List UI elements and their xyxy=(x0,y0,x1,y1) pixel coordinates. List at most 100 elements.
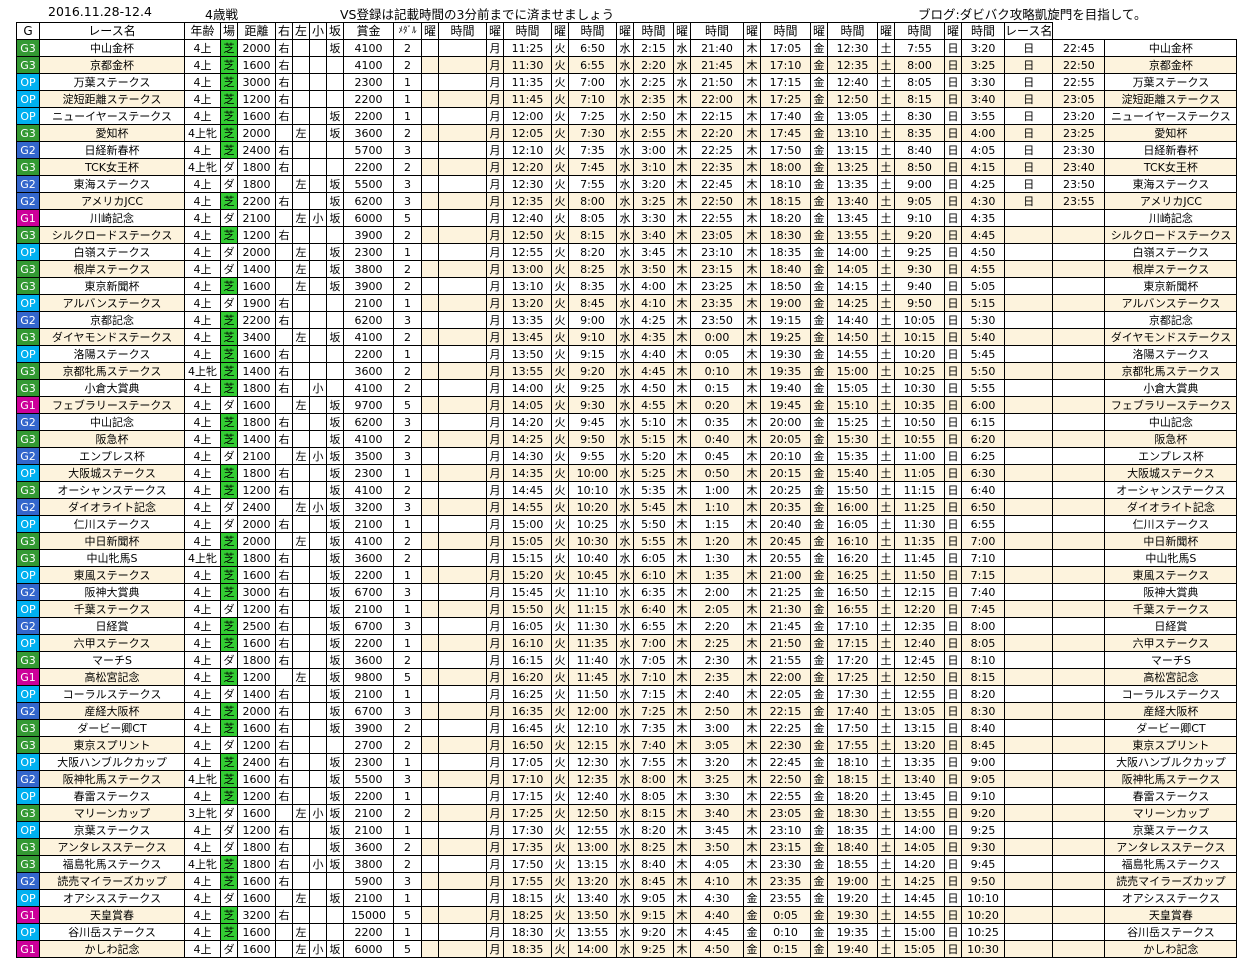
cell-dist[interactable]: 1400 xyxy=(237,260,276,278)
cell-h[interactable]: 坂 xyxy=(326,617,344,635)
cell-d10[interactable] xyxy=(1003,566,1054,584)
cell-t6[interactable]: 22:45 xyxy=(760,753,811,771)
cell-dist[interactable]: 2000 xyxy=(237,702,276,720)
cell-d7[interactable]: 金 xyxy=(810,668,828,686)
cell-t7[interactable]: 17:20 xyxy=(827,651,878,669)
cell-d3[interactable]: 火 xyxy=(551,923,569,941)
cell-prize[interactable]: 5500 xyxy=(343,175,394,193)
cell-dist[interactable]: 1200 xyxy=(237,736,276,754)
cell-name-right[interactable]: 六甲ステークス xyxy=(1104,634,1238,652)
cell-t5[interactable]: 3:45 xyxy=(690,821,744,839)
table-row[interactable]: G2 エンプレス杯 4上ダ 2100 左小坂 3500 3 月 14:30 火 9:55 水 5:20 木… xyxy=(16,447,1238,465)
cell-l[interactable] xyxy=(292,753,310,771)
cell-l[interactable] xyxy=(292,379,310,397)
cell-t3[interactable]: 9:00 xyxy=(568,311,617,329)
cell-l[interactable]: 左 xyxy=(292,175,310,193)
cell-d4[interactable]: 水 xyxy=(616,73,634,91)
cell-d7[interactable]: 金 xyxy=(810,447,828,465)
cell-medal[interactable]: 1 xyxy=(393,464,422,482)
cell-d1[interactable] xyxy=(421,889,439,907)
cell-prize[interactable]: 6200 xyxy=(343,413,394,431)
cell-d3[interactable]: 火 xyxy=(551,192,569,210)
cell-d5[interactable]: 木 xyxy=(673,634,691,652)
cell-d9[interactable]: 日 xyxy=(944,107,962,125)
cell-name-right[interactable]: アルバンステークス xyxy=(1104,294,1238,312)
cell-t2[interactable]: 15:45 xyxy=(503,583,552,601)
cell-medal[interactable]: 1 xyxy=(393,923,422,941)
cell-g[interactable]: G3 xyxy=(16,719,40,737)
cell-d2[interactable]: 月 xyxy=(486,566,504,584)
cell-t4[interactable]: 2:55 xyxy=(633,124,674,142)
cell-dist[interactable]: 1600 xyxy=(237,396,276,414)
cell-g[interactable]: OP xyxy=(16,464,40,482)
cell-d8[interactable]: 土 xyxy=(877,872,895,890)
cell-d4[interactable]: 水 xyxy=(616,804,634,822)
cell-d6[interactable]: 木 xyxy=(743,464,761,482)
cell-name-right[interactable]: 東京スプリント xyxy=(1104,736,1238,754)
cell-name-right[interactable]: 仁川ステークス xyxy=(1104,515,1238,533)
cell-t4[interactable]: 3:25 xyxy=(633,192,674,210)
cell-s[interactable] xyxy=(309,107,327,125)
cell-surf[interactable]: 芝 xyxy=(220,923,238,941)
cell-h[interactable]: 坂 xyxy=(326,328,344,346)
cell-name[interactable]: 中山金杯 xyxy=(39,39,185,57)
cell-t10[interactable] xyxy=(1052,923,1106,941)
cell-d5[interactable]: 木 xyxy=(673,804,691,822)
cell-r[interactable]: 右 xyxy=(275,90,293,108)
cell-d2[interactable]: 月 xyxy=(486,209,504,227)
cell-d10[interactable] xyxy=(1003,532,1054,550)
cell-d5[interactable]: 木 xyxy=(673,430,691,448)
cell-t5[interactable]: 2:35 xyxy=(690,668,744,686)
cell-t1[interactable] xyxy=(438,73,487,91)
cell-d10[interactable] xyxy=(1003,328,1054,346)
cell-t8[interactable]: 13:40 xyxy=(894,770,945,788)
table-row[interactable]: OP 六甲ステークス 4上芝 1600 右坂 2200 1 月 16:10 火 11:35 水 7:00… xyxy=(16,634,1238,652)
cell-d2[interactable]: 月 xyxy=(486,770,504,788)
cell-d2[interactable]: 月 xyxy=(486,719,504,737)
cell-d2[interactable]: 月 xyxy=(486,651,504,669)
cell-t1[interactable] xyxy=(438,345,487,363)
cell-r[interactable] xyxy=(275,498,293,516)
cell-t10[interactable] xyxy=(1052,566,1106,584)
cell-l[interactable]: 左 xyxy=(292,328,310,346)
cell-prize[interactable]: 4100 xyxy=(343,328,394,346)
cell-r[interactable] xyxy=(275,447,293,465)
cell-t7[interactable]: 17:15 xyxy=(827,634,878,652)
cell-t3[interactable]: 11:30 xyxy=(568,617,617,635)
cell-d5[interactable]: 木 xyxy=(673,770,691,788)
cell-t7[interactable]: 19:00 xyxy=(827,872,878,890)
cell-d10[interactable] xyxy=(1003,498,1054,516)
cell-t5[interactable]: 21:50 xyxy=(690,73,744,91)
cell-surf[interactable]: ダ xyxy=(220,243,238,261)
cell-d7[interactable]: 金 xyxy=(810,821,828,839)
cell-g[interactable]: G1 xyxy=(16,906,40,924)
cell-t7[interactable]: 13:55 xyxy=(827,226,878,244)
cell-t8[interactable]: 13:15 xyxy=(894,719,945,737)
cell-t10[interactable]: 23:40 xyxy=(1052,158,1106,176)
cell-t4[interactable]: 9:20 xyxy=(633,923,674,941)
cell-d10[interactable] xyxy=(1003,430,1054,448)
cell-t6[interactable]: 19:35 xyxy=(760,362,811,380)
cell-d9[interactable]: 日 xyxy=(944,838,962,856)
cell-medal[interactable]: 2 xyxy=(393,532,422,550)
cell-d3[interactable]: 火 xyxy=(551,532,569,550)
cell-d5[interactable]: 木 xyxy=(673,362,691,380)
cell-t9[interactable]: 4:45 xyxy=(961,226,1005,244)
cell-surf[interactable]: 芝 xyxy=(220,668,238,686)
cell-t1[interactable] xyxy=(438,39,487,57)
cell-d4[interactable]: 水 xyxy=(616,90,634,108)
cell-t4[interactable]: 2:25 xyxy=(633,73,674,91)
cell-t10[interactable] xyxy=(1052,906,1106,924)
cell-d1[interactable] xyxy=(421,566,439,584)
cell-r[interactable]: 右 xyxy=(275,702,293,720)
cell-d8[interactable]: 土 xyxy=(877,753,895,771)
cell-t6[interactable]: 23:15 xyxy=(760,838,811,856)
cell-h[interactable] xyxy=(326,311,344,329)
cell-t7[interactable]: 17:50 xyxy=(827,719,878,737)
cell-t1[interactable] xyxy=(438,226,487,244)
cell-d9[interactable]: 日 xyxy=(944,685,962,703)
cell-surf[interactable]: 芝 xyxy=(220,719,238,737)
cell-g[interactable]: G3 xyxy=(16,260,40,278)
cell-d4[interactable]: 水 xyxy=(616,821,634,839)
cell-surf[interactable]: 芝 xyxy=(220,770,238,788)
